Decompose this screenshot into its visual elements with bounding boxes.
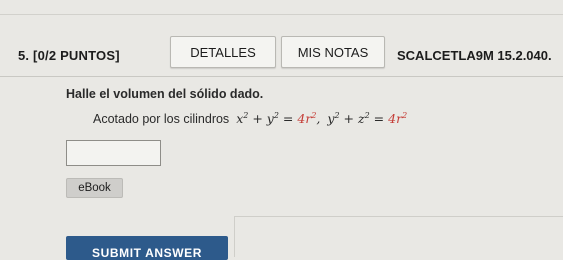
eq1-y: + y: [252, 111, 274, 127]
eq2-equals: =: [373, 111, 385, 127]
eq2-exp-z: 2: [364, 111, 370, 120]
header-divider: [0, 76, 563, 77]
bounded-statement: Acotado por los cilindros x2 + y2 = 4r2,…: [93, 111, 407, 126]
question-number: 5. [0/2 PUNTOS]: [18, 48, 120, 63]
response-panel: [234, 216, 563, 257]
equation-2: y2 + z2 = 4r2: [327, 111, 407, 126]
my-notes-button[interactable]: MIS NOTAS: [281, 36, 385, 68]
eq2-exp-r: 2: [402, 111, 408, 120]
details-button[interactable]: DETALLES: [170, 36, 276, 68]
top-divider: [0, 14, 563, 15]
submit-answer-button[interactable]: SUBMIT ANSWER: [66, 236, 228, 260]
bounded-text: Acotado por los cilindros: [93, 112, 230, 127]
eq1-exp-x: 2: [243, 111, 249, 120]
ebook-button[interactable]: eBook: [66, 178, 123, 198]
eq1-exp-r: 2: [311, 111, 317, 120]
eq2-z: + z: [343, 111, 365, 127]
equation-1: x2 + y2 = 4r2,: [236, 111, 321, 127]
course-code: SCALCETLA9M 15.2.040.: [397, 48, 552, 63]
eq1-exp-y: 2: [273, 111, 279, 120]
answer-input[interactable]: [66, 140, 161, 166]
question-header: 5. [0/2 PUNTOS] DETALLES MIS NOTAS SCALC…: [0, 36, 563, 72]
eq1-equals: =: [282, 111, 294, 127]
problem-prompt: Halle el volumen del sólido dado.: [66, 87, 264, 101]
eq1-rhs: 4r: [297, 111, 312, 127]
eq2-exp-y: 2: [334, 111, 340, 120]
eq2-rhs: 4r: [388, 111, 403, 127]
